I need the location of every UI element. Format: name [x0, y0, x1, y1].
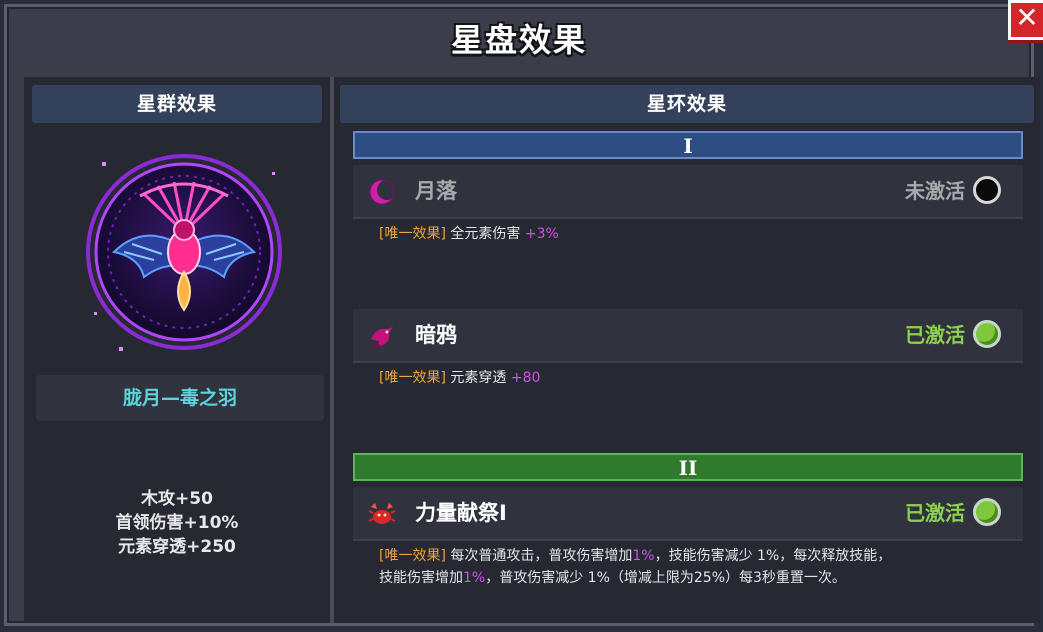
effect-status-active: 已激活 [905, 323, 965, 347]
effect-desc-value: +80 [510, 370, 541, 386]
effect-status-inactive: 未激活 [905, 179, 965, 203]
effect-row-anya[interactable]: 暗鸦 已激活 [353, 309, 1023, 361]
effect-desc-value: 1% [463, 570, 486, 586]
effect-name: 暗鸦 [415, 323, 457, 347]
effect-desc-liliangxianji: [唯一效果] 每次普通攻击，普攻伤害增加1%，技能伤害减少 1%，每次释放技能，… [353, 541, 1023, 623]
bonus-wood-attack: 木攻+50 [141, 489, 213, 509]
effect-desc-text: 每次普通攻击，普攻伤害增加 [450, 548, 633, 564]
effect-desc-anya: [唯一效果] 元素穿透 +80 [353, 363, 1023, 447]
ring-2-header[interactable]: II [353, 453, 1023, 481]
effect-desc-yueluo: [唯一效果] 全元素伤害 +3% [353, 219, 1023, 303]
star-chart-panel: 星盘效果 星群效果 胧月—毒之羽 木攻+50 首领伤害+10% 元素穿透+250… [4, 4, 1040, 626]
effect-desc-value: +3% [524, 226, 559, 242]
effect-desc-text: ，技能伤害减少 1%，每次释放技能， [654, 548, 892, 564]
crow-icon [370, 327, 393, 350]
constellation-name: 胧月—毒之羽 [36, 375, 324, 421]
active-dot-icon [973, 498, 1001, 526]
effect-name: 月落 [415, 179, 457, 203]
bonus-boss-damage: 首领伤害+10% [115, 513, 239, 533]
constellation-bonus-list: 木攻+50 首领伤害+10% 元素穿透+250 [24, 487, 330, 559]
effect-status-active: 已激活 [905, 501, 965, 525]
effect-desc-line-2: 技能伤害增加1%，普攻伤害减少 1%（增减上限为25%）每3秒重置一次。 [379, 567, 1023, 589]
panel-title: 星盘效果 [450, 21, 587, 59]
constellation-emblem-icon[interactable] [84, 152, 284, 352]
ring-1-header[interactable]: I [353, 131, 1023, 159]
effect-name: 力量献祭Ⅰ [415, 501, 507, 525]
effect-row-liliangxianji[interactable]: 力量献祭Ⅰ 已激活 [353, 487, 1023, 539]
close-button[interactable]: ✕ [1008, 0, 1043, 40]
effect-desc-value: 1% [632, 548, 655, 564]
ring-effects-header: 星环效果 [340, 85, 1034, 123]
unique-effect-tag: [唯一效果] [379, 548, 446, 564]
effect-desc-text: 元素穿透 [450, 370, 507, 386]
ring-effects-column: 星环效果 I 月落 未激活 [唯一效果] 全元素伤害 +3% 暗鸦 已激活 [唯… [334, 77, 1040, 623]
effect-desc-line-1: [唯一效果] 每次普通攻击，普攻伤害增加1%，技能伤害减少 1%，每次释放技能， [379, 545, 1023, 567]
active-dot-icon [973, 320, 1001, 348]
constellation-column: 星群效果 胧月—毒之羽 木攻+50 首领伤害+10% 元素穿透+250 [24, 77, 330, 623]
crab-icon [368, 503, 396, 524]
effect-row-yueluo[interactable]: 月落 未激活 [353, 165, 1023, 217]
unique-effect-tag: [唯一效果] [379, 226, 446, 242]
crescent-moon-icon [369, 179, 397, 205]
effect-desc-text: 技能伤害增加 [379, 570, 463, 586]
effect-desc-text: 全元素伤害 [450, 226, 521, 242]
unique-effect-tag: [唯一效果] [379, 370, 446, 386]
inactive-dot-icon [973, 176, 1001, 204]
constellation-header: 星群效果 [32, 85, 322, 123]
close-x-icon: ✕ [1015, 1, 1039, 34]
bonus-element-penetration: 元素穿透+250 [118, 537, 236, 557]
effect-desc-text: ，普攻伤害减少 1%（增减上限为25%）每3秒重置一次。 [485, 570, 846, 586]
